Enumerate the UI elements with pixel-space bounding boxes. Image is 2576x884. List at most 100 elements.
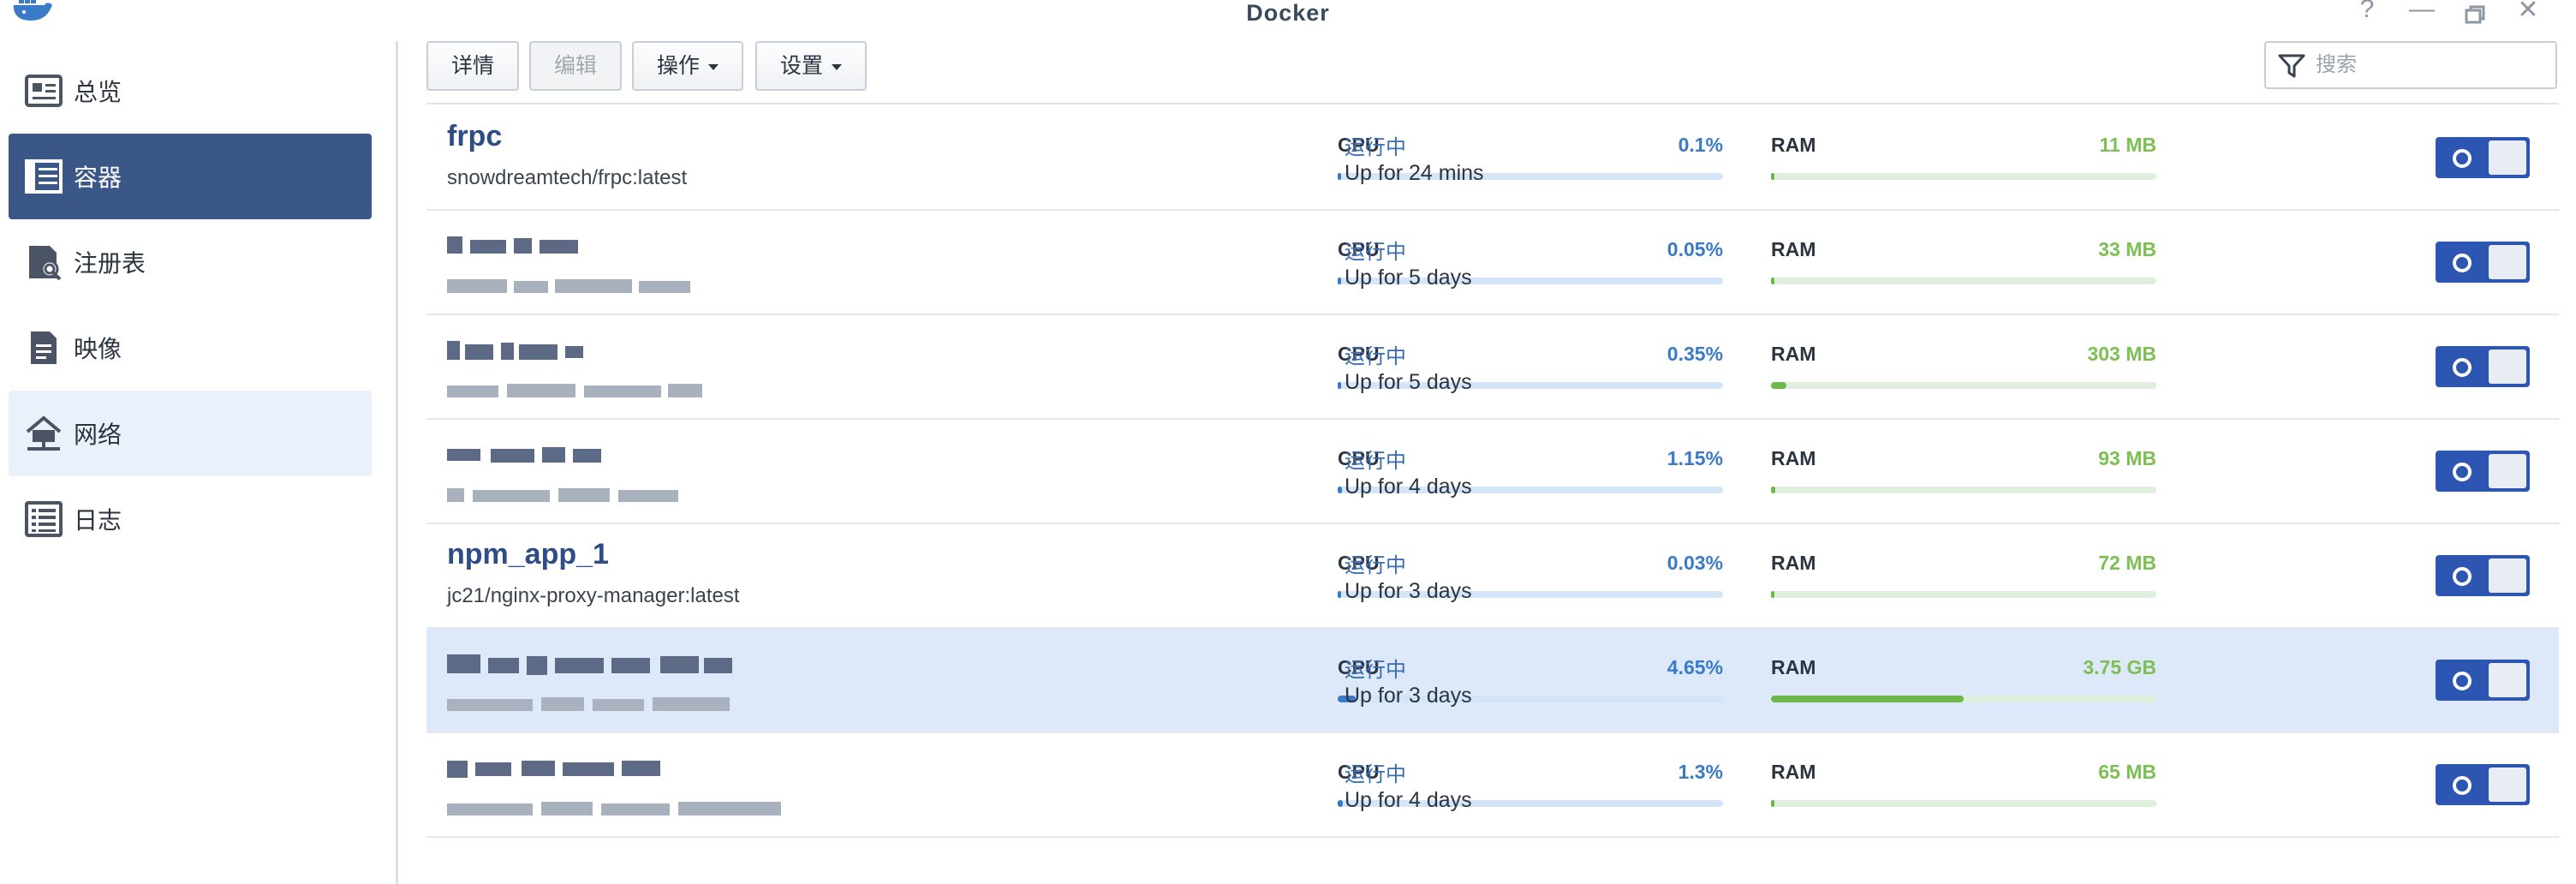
- toggle-handle: [2489, 140, 2526, 175]
- cpu-value: 1.15%: [1667, 447, 1723, 469]
- help-icon[interactable]: ?: [2350, 0, 2384, 24]
- ram-value: 303 MB: [2087, 343, 2156, 365]
- status-text: 运行中: [1345, 136, 1406, 159]
- uptime-text: Up for 5 days: [1345, 266, 1472, 290]
- sidebar-item-log[interactable]: 日志: [9, 476, 372, 562]
- cpu-value: 1.3%: [1678, 761, 1723, 783]
- action-label: 操作: [656, 54, 700, 78]
- window-title: Docker: [1246, 0, 1330, 26]
- container-row[interactable]: npm_app_1 jc21/nginx-proxy-manager:latest…: [426, 524, 2559, 629]
- ram-value: 65 MB: [2098, 761, 2156, 783]
- container-row[interactable]: CPU 4.65% RAM 3.75 GB 运行中 Up for 3 days: [426, 629, 2559, 733]
- container-power-toggle[interactable]: [2436, 451, 2530, 492]
- minimize-icon[interactable]: —: [2405, 0, 2439, 24]
- toggle-handle: [2489, 245, 2526, 279]
- sidebar-item-overview[interactable]: 总览: [9, 48, 372, 134]
- sidebar-item-label: 网络: [74, 421, 122, 448]
- cpu-bar-fill: [1338, 591, 1341, 598]
- ram-label: RAM: [1771, 343, 1816, 365]
- chevron-down-icon: [832, 63, 842, 70]
- status-text: 运行中: [1345, 554, 1406, 577]
- log-icon: [25, 501, 63, 537]
- container-row[interactable]: frpc snowdreamtech/frpc:latest CPU 0.1% RAM 1…: [426, 106, 2559, 211]
- cpu-bar-fill: [1338, 487, 1343, 493]
- cpu-bar-fill: [1338, 382, 1341, 389]
- ram-bar: [1771, 696, 2156, 702]
- ram-bar-fill: [1771, 173, 1774, 180]
- filter-icon: [2278, 54, 2305, 78]
- action-dropdown-button[interactable]: 操作: [632, 41, 743, 91]
- maximize-icon[interactable]: [2458, 0, 2492, 34]
- container-name: npm_app_1: [447, 538, 609, 570]
- ram-value: 72 MB: [2098, 552, 2156, 574]
- toggle-handle: [2489, 349, 2526, 384]
- status-text: 运行中: [1345, 659, 1406, 682]
- container-power-toggle[interactable]: [2436, 346, 2530, 387]
- ram-label: RAM: [1771, 134, 1816, 156]
- ram-bar-fill: [1771, 591, 1775, 598]
- title-bar: Docker ? — ✕: [0, 0, 2576, 26]
- settings-label: 设置: [779, 54, 823, 78]
- status-text: 运行中: [1345, 763, 1406, 786]
- close-icon[interactable]: ✕: [2511, 0, 2545, 25]
- ram-label: RAM: [1771, 656, 1816, 678]
- ram-bar: [1771, 173, 2156, 180]
- ram-label: RAM: [1771, 238, 1816, 260]
- uptime-text: Up for 4 days: [1345, 788, 1472, 812]
- power-on-icon: [2453, 776, 2472, 795]
- container-row[interactable]: CPU 1.3% RAM 65 MB 运行中 Up for 4 days: [426, 733, 2559, 838]
- cpu-value: 0.05%: [1667, 238, 1723, 260]
- cpu-value: 0.03%: [1667, 552, 1723, 574]
- container-power-toggle[interactable]: [2436, 764, 2530, 805]
- settings-dropdown-button[interactable]: 设置: [755, 41, 867, 91]
- uptime-text: Up for 3 days: [1345, 579, 1472, 603]
- details-button[interactable]: 详情: [426, 41, 519, 91]
- ram-bar-fill: [1771, 382, 1786, 389]
- ram-value: 3.75 GB: [2083, 656, 2156, 678]
- toggle-handle: [2489, 768, 2526, 802]
- container-row[interactable]: CPU 1.15% RAM 93 MB 运行中 Up for 4 days: [426, 420, 2559, 524]
- chevron-down-icon: [708, 63, 719, 70]
- sidebar-divider: [396, 41, 398, 884]
- ram-label: RAM: [1771, 552, 1816, 574]
- container-power-toggle[interactable]: [2436, 660, 2530, 701]
- power-on-icon: [2453, 463, 2472, 481]
- container-row[interactable]: CPU 0.35% RAM 303 MB 运行中 Up for 5 days: [426, 315, 2559, 420]
- status-text: 运行中: [1345, 450, 1406, 473]
- sidebar-item-label: 映像: [74, 336, 122, 362]
- cpu-value: 4.65%: [1667, 656, 1723, 678]
- search-box[interactable]: [2264, 41, 2557, 89]
- uptime-text: Up for 3 days: [1345, 684, 1472, 708]
- edit-button[interactable]: 编辑: [529, 41, 622, 91]
- ram-bar: [1771, 278, 2156, 284]
- sidebar-item-label: 日志: [74, 507, 122, 534]
- cpu-bar-fill: [1338, 173, 1341, 180]
- toolbar-divider: [426, 103, 2559, 105]
- ram-bar-fill: [1771, 278, 1774, 284]
- container-row[interactable]: CPU 0.05% RAM 33 MB 运行中 Up for 5 days: [426, 211, 2559, 315]
- sidebar-item-network[interactable]: 网络: [9, 391, 372, 476]
- ram-label: RAM: [1771, 761, 1816, 783]
- container-icon: [25, 159, 63, 194]
- sidebar-item-image[interactable]: 映像: [9, 305, 372, 391]
- ram-value: 93 MB: [2098, 447, 2156, 469]
- ram-bar-fill: [1771, 696, 1964, 702]
- cpu-value: 0.1%: [1678, 134, 1723, 156]
- container-power-toggle[interactable]: [2436, 242, 2530, 283]
- cpu-bar-fill: [1338, 800, 1343, 807]
- status-text: 运行中: [1345, 241, 1406, 264]
- network-icon: [26, 415, 62, 451]
- container-power-toggle[interactable]: [2436, 555, 2530, 596]
- sidebar-item-container[interactable]: 容器: [9, 134, 372, 219]
- ram-bar: [1771, 800, 2156, 807]
- container-power-toggle[interactable]: [2436, 137, 2530, 178]
- uptime-text: Up for 4 days: [1345, 475, 1472, 499]
- container-image: jc21/nginx-proxy-manager:latest: [447, 584, 740, 607]
- power-on-icon: [2453, 567, 2472, 586]
- search-input[interactable]: [2316, 50, 2547, 81]
- ram-bar-fill: [1771, 487, 1776, 493]
- power-on-icon: [2453, 672, 2472, 690]
- ram-bar: [1771, 487, 2156, 493]
- sidebar-item-registry[interactable]: 注册表: [9, 219, 372, 305]
- power-on-icon: [2453, 149, 2472, 168]
